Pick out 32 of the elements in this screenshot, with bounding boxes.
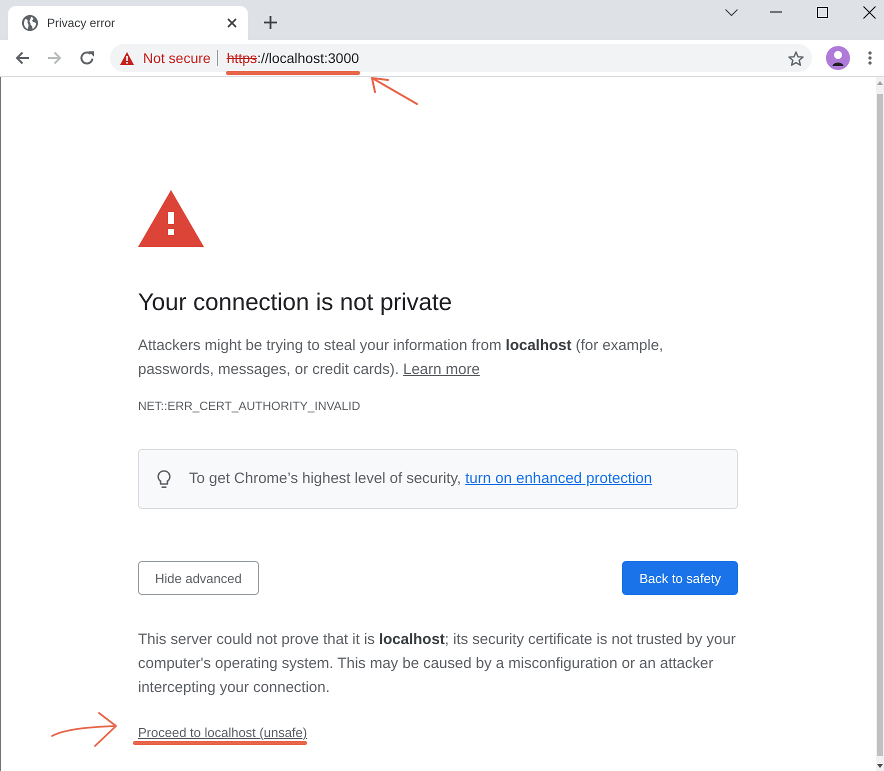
url-text[interactable]: https://localhost:3000 [226,48,360,66]
avatar-icon[interactable] [826,46,850,70]
globe-icon [22,15,38,31]
details-text: This server could not prove that it is localhost; its security certificate is not trusted by your computer's operating system. This may be caused by a misconfiguration or an attacker intercepting your connection. [138,630,737,698]
hide-advanced-button[interactable]: Hide advanced [138,561,259,595]
browser-tab[interactable]: Privacy error [8,6,248,40]
scrollbar[interactable] [876,77,884,771]
proceed-link[interactable]: Proceed to localhost (unsafe) [138,724,308,742]
warning-triangle-icon [138,190,204,247]
page-heading: Your connection is not private [138,288,453,318]
minimize-icon[interactable] [770,11,782,13]
close-icon[interactable] [227,18,237,28]
chevron-down-icon[interactable] [725,8,738,16]
back-to-safety-button[interactable]: Back to safety [622,561,738,595]
scroll-down-arrow-icon[interactable] [877,764,883,768]
lightbulb-icon [157,470,171,488]
security-chip[interactable]: Not secure [120,50,211,66]
back-arrow-icon[interactable] [14,50,30,66]
enhanced-protection-link[interactable]: turn on enhanced protection [465,470,652,487]
more-menu-icon[interactable] [868,51,872,65]
scrollbar-thumb[interactable] [877,94,883,756]
intro-text: Attackers might be trying to steal your information from localhost (for example, passwords, messages, or credit cards). Learn more [138,336,664,380]
error-code: NET::ERR_CERT_AUTHORITY_INVALID [138,398,362,414]
close-icon[interactable] [863,6,876,18]
star-icon[interactable] [788,50,804,66]
warning-icon [120,52,134,64]
maximize-icon[interactable] [817,6,828,18]
plus-icon[interactable] [264,16,277,28]
tab-title: Privacy error [47,16,116,30]
promo-text: To get Chrome’s highest level of security, turn on enhanced protection [189,469,652,489]
reload-icon[interactable] [79,50,95,66]
learn-more-link[interactable]: Learn more [403,361,480,378]
